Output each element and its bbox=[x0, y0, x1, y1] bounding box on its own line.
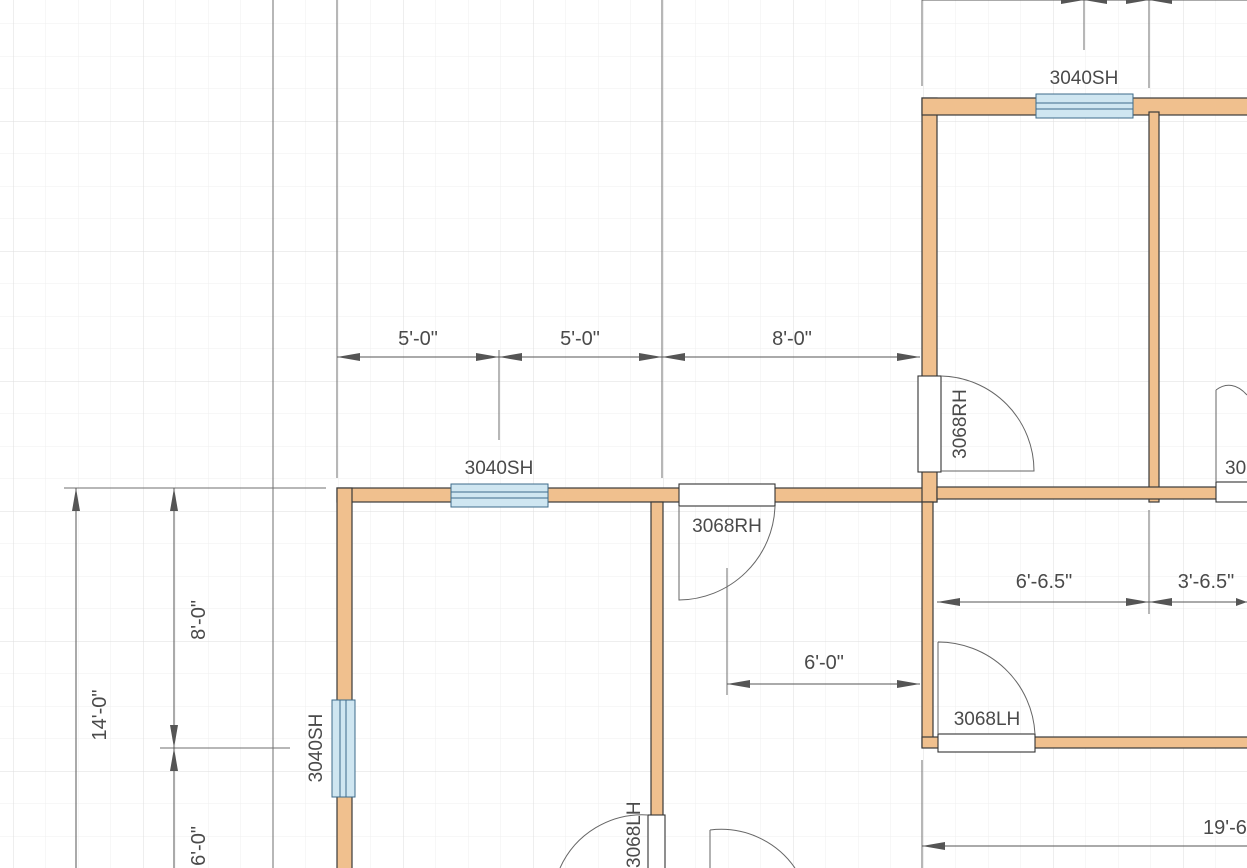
floor-plan-canvas[interactable]: 5'-0" 5'-0" 8'-0" 14'-0" 8'-0" 6'-0" 6'-… bbox=[0, 0, 1247, 868]
door-front-rect[interactable] bbox=[678, 483, 776, 507]
window-front-rect[interactable] bbox=[450, 483, 549, 508]
dim-label-bottom-right: 19'-6 bbox=[1203, 817, 1247, 839]
door-lower-right-rect[interactable] bbox=[937, 733, 1036, 753]
dim-label-hall-width: 6'-0" bbox=[804, 652, 844, 674]
window-label-front: 3040SH bbox=[465, 458, 534, 479]
door-label-far-right: 30 bbox=[1225, 458, 1246, 479]
wall-left-room-top bbox=[336, 487, 938, 503]
door-label-front: 3068RH bbox=[692, 516, 762, 537]
dim-label-right-1: 6'-6.5" bbox=[1016, 571, 1073, 593]
wall-left-room-right bbox=[650, 501, 664, 868]
window-top-room[interactable] bbox=[1035, 93, 1134, 119]
wall-hall-right bbox=[921, 501, 934, 748]
door-label-bottom-left: 3068LH bbox=[624, 801, 645, 868]
dim-label-top-1: 5'-0" bbox=[398, 328, 438, 350]
window-left-rect[interactable] bbox=[331, 699, 356, 798]
dim-label-top-3: 8'-0" bbox=[772, 328, 812, 350]
dim-label-top-2: 5'-0" bbox=[560, 328, 600, 350]
door-label-lower-right: 3068LH bbox=[954, 709, 1021, 730]
door-vertical-upper-rect[interactable] bbox=[917, 375, 942, 473]
window-front[interactable] bbox=[450, 483, 549, 508]
wall-upper-room-bottom bbox=[936, 486, 1247, 500]
wall-left-room-left bbox=[336, 487, 353, 868]
dim-label-left-total: 14'-0" bbox=[89, 690, 111, 741]
door-far-right-rect[interactable] bbox=[1215, 481, 1247, 503]
dim-label-left-lower: 6'-0" bbox=[188, 826, 210, 866]
wall-upper-room-divider bbox=[1148, 111, 1160, 503]
window-left[interactable] bbox=[331, 699, 356, 798]
window-top-room-rect[interactable] bbox=[1035, 93, 1134, 119]
window-label-top-room: 3040SH bbox=[1050, 68, 1119, 89]
door-label-vertical-upper: 3068RH bbox=[950, 389, 971, 459]
floor-plan[interactable]: 5'-0" 5'-0" 8'-0" 14'-0" 8'-0" 6'-0" 6'-… bbox=[0, 0, 1247, 868]
door-bottom-left-rect[interactable] bbox=[647, 814, 666, 868]
dim-label-left-upper: 8'-0" bbox=[188, 600, 210, 640]
window-label-left: 3040SH bbox=[306, 714, 327, 783]
dim-label-right-2: 3'-6.5" bbox=[1178, 571, 1235, 593]
